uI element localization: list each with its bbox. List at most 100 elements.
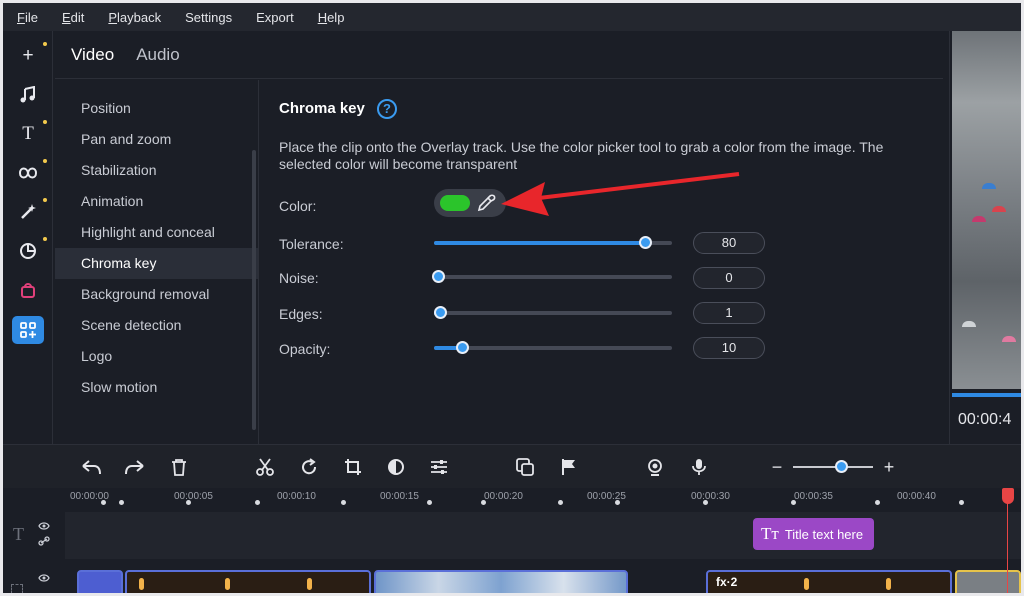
new-badge-dot [43, 237, 47, 241]
overlay-icon[interactable] [513, 455, 537, 479]
ruler-marker [875, 500, 880, 505]
list-item-highlight-and-conceal[interactable]: Highlight and conceal [55, 217, 258, 248]
text-icon[interactable]: T [12, 120, 44, 148]
eye-icon[interactable] [38, 522, 50, 530]
umbrella-shape [1002, 336, 1016, 342]
title-clip-icon: Tт [761, 524, 779, 543]
tolerance-value[interactable]: 80 [693, 232, 765, 254]
menu-bar: File Edit Playback Settings Export Help [3, 3, 1021, 31]
timeline-ruler[interactable]: 00:00:00 00:00:05 00:00:10 00:00:15 00:0… [3, 488, 1021, 512]
microphone-icon[interactable] [687, 455, 711, 479]
preview-video-frame[interactable] [952, 31, 1021, 389]
new-badge-dot [43, 198, 47, 202]
opacity-slider[interactable] [434, 341, 672, 354]
zoom-slider-handle[interactable] [835, 460, 848, 473]
list-item-chroma-key[interactable]: Chroma key [55, 248, 258, 279]
video-clip-selected[interactable] [955, 570, 1021, 593]
more-tools-icon[interactable] [12, 316, 44, 344]
candle-thumbnail [886, 578, 891, 590]
list-item-scene-detection[interactable]: Scene detection [55, 310, 258, 341]
add-icon[interactable]: + [12, 42, 44, 70]
ruler-marker [119, 500, 124, 505]
video-clip[interactable] [125, 570, 371, 593]
zoom-slider[interactable] [793, 466, 873, 468]
picked-color-swatch[interactable] [440, 195, 470, 211]
menu-help[interactable]: Help [318, 10, 345, 25]
preview-timecode: 00:00:4 [958, 411, 1012, 428]
menu-playback[interactable]: Playback [108, 10, 161, 25]
eye-icon[interactable] [38, 574, 50, 582]
video-clip[interactable]: fx·2 [706, 570, 952, 593]
eyedropper-icon[interactable] [476, 193, 496, 213]
menu-export[interactable]: Export [256, 10, 294, 25]
rotate-icon[interactable] [297, 455, 321, 479]
list-item-animation[interactable]: Animation [55, 186, 258, 217]
edges-slider[interactable] [434, 306, 672, 319]
marker-flag-icon[interactable] [557, 455, 581, 479]
ruler-marker [101, 500, 106, 505]
menu-file[interactable]: File [17, 10, 38, 25]
video-track-icon [11, 584, 23, 593]
slider-handle[interactable] [639, 236, 652, 249]
video-tools-list: Position Pan and zoom Stabilization Anim… [55, 80, 259, 444]
slider-handle[interactable] [434, 306, 447, 319]
redo-icon[interactable] [123, 455, 147, 479]
store-icon[interactable] [12, 276, 44, 304]
undo-icon[interactable] [79, 455, 103, 479]
ruler-marker [481, 500, 486, 505]
preview-progress-bar[interactable] [952, 393, 1021, 397]
list-scrollbar[interactable] [252, 150, 256, 430]
clip-fx-badge: fx·2 [716, 575, 738, 589]
menu-settings[interactable]: Settings [185, 10, 232, 25]
link-icon[interactable] [38, 536, 50, 546]
tab-audio[interactable]: Audio [136, 45, 179, 65]
title-track[interactable] [65, 512, 1021, 559]
webcam-icon[interactable] [643, 455, 667, 479]
ruler-marker [703, 500, 708, 505]
zoom-in-icon[interactable]: + [877, 455, 901, 479]
title-clip-label: Title text here [784, 526, 864, 542]
effects-icon[interactable] [12, 198, 44, 226]
ruler-marker [341, 500, 346, 505]
menu-edit[interactable]: Edit [62, 10, 84, 25]
color-picker-control[interactable] [434, 189, 506, 217]
cut-icon[interactable] [253, 455, 277, 479]
slider-handle[interactable] [456, 341, 469, 354]
zoom-out-icon[interactable]: − [765, 455, 789, 479]
stickers-icon[interactable] [12, 237, 44, 265]
edges-value[interactable]: 1 [693, 302, 765, 324]
list-item-logo[interactable]: Logo [55, 341, 258, 372]
timeline-toolbar: − + [3, 444, 1021, 488]
list-item-stabilization[interactable]: Stabilization [55, 155, 258, 186]
properties-icon[interactable] [427, 455, 451, 479]
ruler-marker [186, 500, 191, 505]
candle-thumbnail [804, 578, 809, 590]
ruler-tick-label: 00:00:35 [794, 491, 833, 502]
list-item-background-removal[interactable]: Background removal [55, 279, 258, 310]
preview-pane: 00:00:4 [949, 31, 1021, 444]
music-icon[interactable] [12, 81, 44, 109]
list-item-slow-motion[interactable]: Slow motion [55, 372, 258, 403]
delete-icon[interactable] [167, 455, 191, 479]
video-clip[interactable] [77, 570, 123, 593]
color-adjust-icon[interactable] [384, 455, 408, 479]
ruler-marker [558, 500, 563, 505]
ruler-tick-label: 00:00:05 [174, 491, 213, 502]
list-item-pan-and-zoom[interactable]: Pan and zoom [55, 124, 258, 155]
list-item-position[interactable]: Position [55, 93, 258, 124]
transitions-icon[interactable] [12, 159, 44, 187]
ruler-tick-label: 00:00:25 [587, 491, 626, 502]
tab-video[interactable]: Video [71, 45, 114, 65]
help-icon[interactable]: ? [377, 99, 397, 119]
slider-handle[interactable] [432, 270, 445, 283]
tolerance-slider[interactable] [434, 236, 672, 249]
title-clip[interactable]: Tт Title text here [753, 518, 874, 550]
ruler-tick-label: 00:00:20 [484, 491, 523, 502]
crop-icon[interactable] [341, 455, 365, 479]
video-clip[interactable] [374, 570, 628, 593]
noise-slider[interactable] [432, 270, 672, 283]
opacity-value[interactable]: 10 [693, 337, 765, 359]
playhead-line [1007, 488, 1008, 593]
playhead-handle[interactable] [1002, 488, 1014, 504]
noise-value[interactable]: 0 [693, 267, 765, 289]
